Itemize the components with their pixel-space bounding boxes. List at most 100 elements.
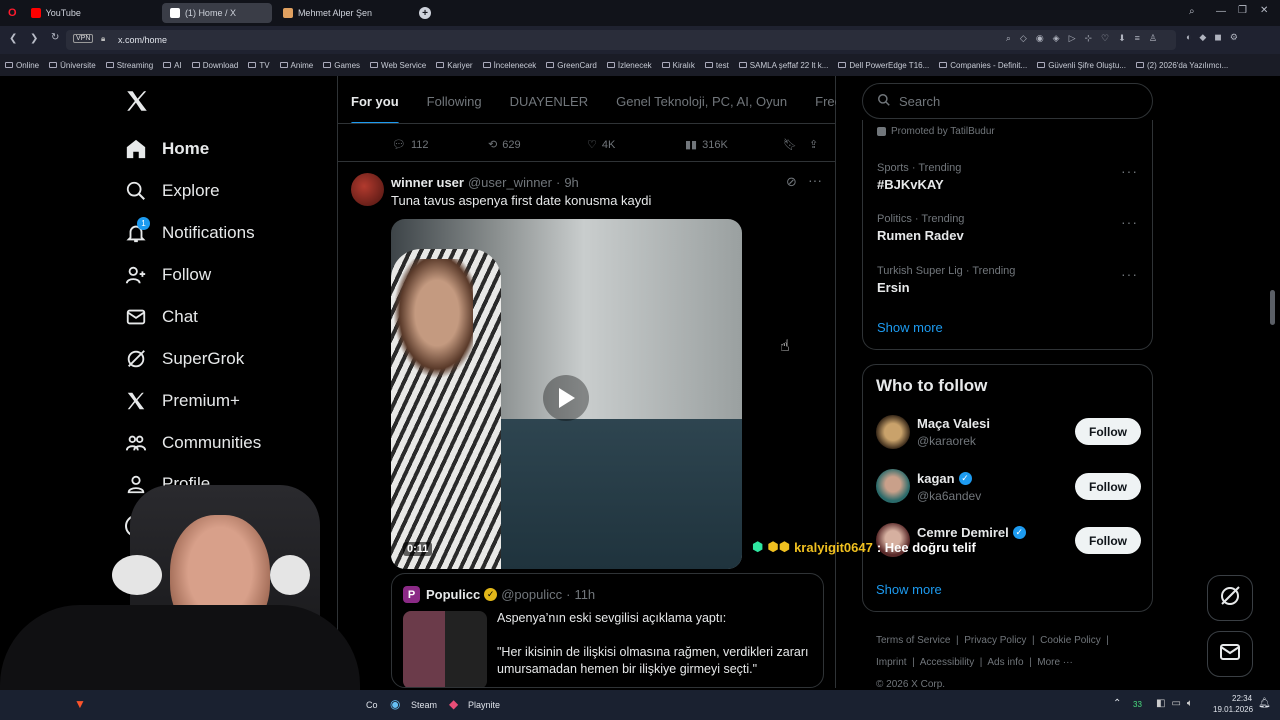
post-handle[interactable]: @user_winner xyxy=(468,175,552,190)
quote-line1: Aspenya’nın eski sevgilisi açıklama yapt… xyxy=(497,611,727,625)
tab-mehmet[interactable]: Mehmet Alper Şen xyxy=(275,3,380,23)
nav-premium[interactable]: Premium+ xyxy=(124,389,240,413)
x-logo-icon[interactable] xyxy=(124,88,150,114)
tab-free[interactable]: Free G xyxy=(801,94,836,109)
post-author[interactable]: winner user xyxy=(391,175,464,190)
bookmark-item[interactable]: Kariyer xyxy=(431,61,477,70)
trend-item[interactable]: Turkish Super Lig · Trending Ersin xyxy=(877,265,1139,295)
trend-item[interactable]: Politics · Trending Rumen Radev xyxy=(877,213,1139,243)
privacy-link[interactable]: Privacy Policy xyxy=(964,635,1026,646)
share-icon[interactable]: ⇪ xyxy=(809,138,818,151)
nav-supergrok[interactable]: SuperGrok xyxy=(124,347,244,371)
nav-chat[interactable]: Chat xyxy=(124,305,198,329)
bookmark-item[interactable]: test xyxy=(700,61,734,70)
accessibility-link[interactable]: Accessibility xyxy=(920,657,974,668)
post-avatar[interactable] xyxy=(351,173,384,206)
cookie-link[interactable]: Cookie Policy xyxy=(1040,635,1101,646)
bookmark-icon[interactable]: 🔖︎ xyxy=(783,138,797,151)
tab-duayenler[interactable]: DUAYENLER xyxy=(496,94,603,109)
repost-button[interactable]: ⟲ 629 xyxy=(488,138,521,152)
bookmark-item[interactable]: Online xyxy=(0,61,44,70)
trend-more-icon[interactable]: ··· xyxy=(1121,163,1138,179)
notification-center-icon[interactable]: 🔔︎ xyxy=(1258,698,1271,709)
tab-genel-teknoloji[interactable]: Genel Teknoloji, PC, AI, Oyun xyxy=(602,94,801,109)
browser-search-icon[interactable]: ⌕ xyxy=(1189,6,1195,17)
grok-float-button[interactable] xyxy=(1207,575,1253,621)
views-button[interactable]: ▮▮ 316K xyxy=(685,138,728,152)
suggested-user-name[interactable]: Maça Valesi xyxy=(917,416,990,431)
new-tab-button[interactable]: + xyxy=(418,7,431,19)
back-icon[interactable]: ❮ xyxy=(9,33,17,44)
bookmark-item[interactable]: İncelenecek xyxy=(478,61,542,70)
suggested-user-name[interactable]: Cemre Demirel ✓ xyxy=(917,525,1026,540)
show-more-trends-link[interactable]: Show more xyxy=(877,320,943,335)
post-time[interactable]: 9h xyxy=(564,175,578,190)
nav-explore[interactable]: Explore xyxy=(124,179,220,203)
folder-icon xyxy=(163,62,172,68)
taskbar-steam[interactable]: Steam xyxy=(411,700,437,710)
messages-float-button[interactable] xyxy=(1207,631,1253,677)
nav-follow[interactable]: Follow xyxy=(124,263,211,287)
brave-icon[interactable]: ▼ xyxy=(74,697,86,711)
bookmark-item[interactable]: GreenCard xyxy=(541,61,602,70)
grok-post-icon[interactable]: ⊘ xyxy=(786,174,797,190)
url-field[interactable]: VPN 🔒︎ x.com/home ⌕◇◉◈▷⊹♡⬇≡♙ xyxy=(66,30,1176,50)
reload-icon[interactable]: ↻ xyxy=(51,32,59,43)
vpn-badge[interactable]: VPN xyxy=(73,34,94,43)
page-scrollbar[interactable] xyxy=(1270,290,1275,325)
forward-icon[interactable]: ❯ xyxy=(30,33,38,44)
bookmark-item[interactable]: Güvenli Şifre Oluştu... xyxy=(1032,61,1131,70)
play-icon[interactable] xyxy=(543,375,589,421)
trend-more-icon[interactable]: ··· xyxy=(1121,266,1138,282)
avatar[interactable] xyxy=(876,415,910,449)
follow-button[interactable]: Follow xyxy=(1075,418,1141,445)
bookmark-item[interactable]: Üniversite xyxy=(44,61,101,70)
minimize-icon[interactable]: — xyxy=(1216,6,1226,17)
folder-icon xyxy=(661,62,670,68)
trends-panel: Promoted by TatilBudur Sports · Trending… xyxy=(862,120,1153,350)
bookmark-item[interactable]: Companies - Definit... xyxy=(934,61,1032,70)
reply-button[interactable]: 💬︎ 112 xyxy=(392,138,429,152)
bookmark-item[interactable]: Dell PowerEdge T16... xyxy=(833,61,934,70)
ads-info-link[interactable]: Ads info xyxy=(987,657,1023,668)
tab-x-home[interactable]: (1) Home / X xyxy=(161,3,272,23)
bookmark-item[interactable]: Anime xyxy=(275,61,319,70)
trend-more-icon[interactable]: ··· xyxy=(1121,214,1138,230)
bookmark-item[interactable]: TV xyxy=(243,61,274,70)
taskbar-playnite[interactable]: Playnite xyxy=(468,700,500,710)
bookmark-item[interactable]: Streaming xyxy=(101,61,158,70)
bookmark-item[interactable]: Web Service xyxy=(365,61,431,70)
video-player[interactable]: 0:11 xyxy=(391,219,742,569)
bookmark-item[interactable]: Games xyxy=(318,61,365,70)
bookmark-item[interactable]: AI xyxy=(158,61,187,70)
bookmark-item[interactable]: Download xyxy=(187,61,244,70)
tab-youtube[interactable]: YouTube xyxy=(23,3,89,23)
tray-chevron-icon[interactable]: ⌃ xyxy=(1113,698,1121,709)
bookmark-item[interactable]: İzlenecek xyxy=(602,61,657,70)
tab-for-you[interactable]: For you xyxy=(337,94,413,123)
taskbar-co-label[interactable]: Co xyxy=(366,700,378,710)
trend-item[interactable]: Sports · Trending #BJKvKAY xyxy=(877,162,1139,192)
bookmark-item[interactable]: Kiralık xyxy=(657,61,700,70)
avatar[interactable] xyxy=(876,469,910,503)
follow-button[interactable]: Follow xyxy=(1075,473,1141,500)
nav-home[interactable]: Home xyxy=(124,137,209,161)
imprint-link[interactable]: Imprint xyxy=(876,657,907,668)
nav-communities[interactable]: Communities xyxy=(124,431,261,455)
bookmark-item[interactable]: SAMLA şeffaf 22 lt k... xyxy=(734,61,834,70)
terms-link[interactable]: Terms of Service xyxy=(876,635,950,646)
show-more-follow-link[interactable]: Show more xyxy=(876,582,942,597)
nav-notifications[interactable]: 1 Notifications xyxy=(124,217,255,245)
maximize-icon[interactable]: ❐ xyxy=(1238,5,1247,16)
post-more-icon[interactable]: ··· xyxy=(808,172,822,188)
suggested-user-name[interactable]: kagan ✓ xyxy=(917,471,972,486)
like-button[interactable]: ♡ 4K xyxy=(587,138,615,152)
opera-logo-icon[interactable]: O xyxy=(8,7,17,19)
close-window-icon[interactable]: ✕ xyxy=(1260,5,1268,16)
bookmark-item[interactable]: (2) 2026'da Yazılımcı... xyxy=(1131,61,1233,70)
follow-button[interactable]: Follow xyxy=(1075,527,1141,554)
quoted-post[interactable]: P Populicc ✓ @populicc · 11h Aspenya’nın… xyxy=(391,573,824,688)
tab-following[interactable]: Following xyxy=(413,94,496,109)
search-input[interactable]: Search xyxy=(862,83,1153,119)
more-link[interactable]: More ··· xyxy=(1037,657,1073,668)
